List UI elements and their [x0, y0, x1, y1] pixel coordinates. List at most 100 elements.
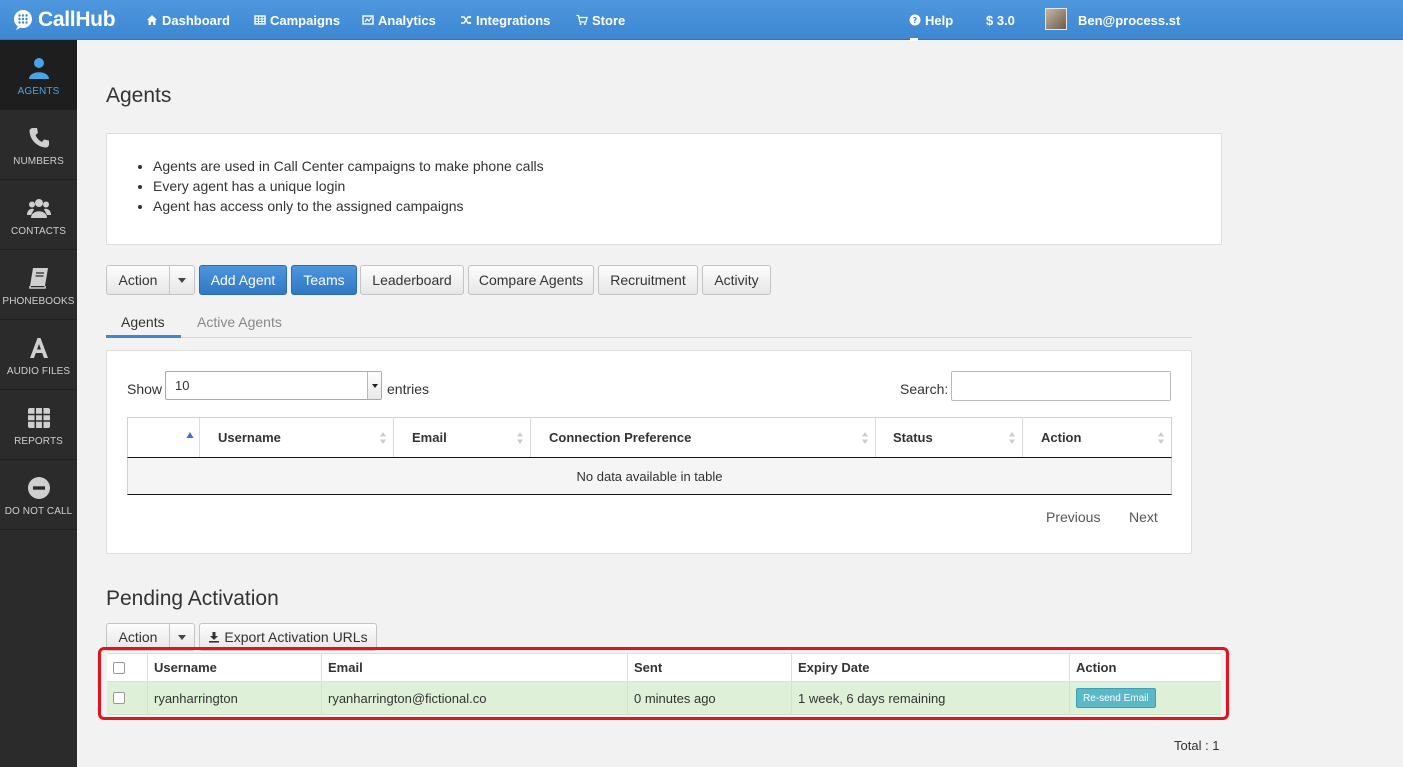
sidebar-item-label: DO NOT CALL	[4, 506, 73, 517]
nav-help-label: Help	[925, 12, 954, 28]
book-icon	[28, 268, 48, 289]
sidebar-item-reports[interactable]: REPORTS	[0, 390, 77, 460]
column-header-label: Username	[218, 430, 281, 445]
minus-circle-icon	[27, 477, 50, 499]
sidebar-item-agents[interactable]: AGENTS	[0, 40, 77, 110]
recruitment-button[interactable]: Recruitment	[598, 265, 698, 295]
pending-activation-title: Pending Activation	[106, 587, 279, 610]
select-arrow-icon	[367, 372, 381, 399]
leaderboard-label: Leaderboard	[372, 272, 452, 288]
search-input[interactable]	[951, 371, 1171, 401]
add-agent-label: Add Agent	[210, 272, 276, 288]
search-label: Search:	[900, 381, 949, 397]
pagination-previous[interactable]: Previous	[1046, 509, 1100, 525]
email-value: ryanharrington@fictional.co	[328, 690, 487, 706]
activity-button[interactable]: Activity	[702, 265, 771, 295]
avatar[interactable]	[1045, 8, 1067, 30]
entries-select[interactable]: 10	[165, 371, 382, 400]
pending-action-label: Action	[118, 629, 158, 645]
tab-active-agents[interactable]: Active Agents	[197, 314, 282, 330]
column-header-username: Username	[147, 654, 321, 681]
column-header-username[interactable]: Username	[200, 418, 394, 457]
table-icon	[254, 15, 266, 25]
column-header-email: Email	[321, 654, 627, 681]
sidebar-item-label: AGENTS	[17, 86, 60, 97]
column-header-label: Username	[154, 660, 217, 675]
row-checkbox[interactable]	[113, 692, 125, 704]
info-item: Agents are used in Call Center campaigns…	[153, 156, 544, 176]
column-header-label: Status	[893, 430, 933, 445]
question-circle-icon: ?	[909, 14, 921, 26]
caret-down-icon	[371, 383, 378, 388]
username-value: ryanharrington	[154, 690, 238, 706]
caret-down-icon	[178, 277, 186, 283]
action-button[interactable]: Action	[106, 265, 170, 295]
user-email: Ben@process.st	[1078, 12, 1181, 28]
sort-icon	[1158, 432, 1164, 444]
tab-agents[interactable]: Agents	[121, 314, 165, 330]
column-header-sent: Sent	[627, 654, 791, 681]
pending-total: Total : 1	[1174, 738, 1220, 753]
column-header-label: Email	[412, 430, 447, 445]
column-header-label: Sent	[634, 660, 663, 675]
teams-button[interactable]: Teams	[291, 265, 357, 295]
sidebar: AGENTS NUMBERS CONTACTS PHONEBOOKS AUDIO…	[0, 40, 77, 767]
font-icon	[29, 338, 48, 358]
pagination-next[interactable]: Next	[1129, 509, 1158, 525]
select-all-checkbox[interactable]	[113, 661, 125, 674]
column-header-connection-preference[interactable]: Connection Preference	[531, 418, 876, 457]
column-header-select[interactable]	[128, 418, 200, 457]
sidebar-item-phonebooks[interactable]: PHONEBOOKS	[0, 250, 77, 320]
user-menu[interactable]: Ben@process.st	[1078, 0, 1180, 40]
sort-icon	[517, 432, 523, 444]
download-icon	[209, 632, 220, 643]
help-indicator	[910, 38, 918, 41]
row-email: ryanharrington@fictional.co	[321, 682, 627, 714]
table-row: ryanharrington ryanharrington@fictional.…	[107, 682, 1221, 715]
compare-agents-button[interactable]: Compare Agents	[468, 265, 594, 295]
sidebar-item-label: NUMBERS	[13, 156, 64, 167]
column-header-email[interactable]: Email	[394, 418, 531, 457]
brand-logo[interactable]: CallHub	[12, 6, 116, 34]
sidebar-item-audio-files[interactable]: AUDIO FILES	[0, 320, 77, 390]
nav-analytics[interactable]: Analytics	[362, 0, 436, 40]
activity-label: Activity	[714, 272, 759, 288]
nav-store-label: Store	[592, 12, 626, 28]
sort-icon	[1009, 432, 1015, 444]
tab-active-indicator	[106, 335, 181, 338]
sidebar-item-label: PHONEBOOKS	[2, 296, 75, 307]
column-header-expiry-date: Expiry Date	[791, 654, 1069, 681]
row-expiry: 1 week, 6 days remaining	[791, 682, 1069, 714]
sidebar-item-do-not-call[interactable]: DO NOT CALL	[0, 460, 77, 530]
row-username: ryanharrington	[147, 682, 321, 714]
tabs-divider	[106, 337, 1192, 338]
column-header-status[interactable]: Status	[876, 418, 1023, 457]
resend-email-button[interactable]: Re-send Email	[1076, 688, 1156, 708]
nav-dashboard[interactable]: Dashboard	[146, 0, 230, 40]
group-icon	[26, 199, 51, 218]
nav-help[interactable]: ? Help	[909, 0, 953, 40]
callhub-logo-icon	[14, 10, 32, 30]
shuffle-icon	[461, 15, 472, 25]
nav-store[interactable]: Store	[576, 0, 625, 40]
account-balance[interactable]: $ 3.0	[986, 0, 1015, 40]
cart-icon	[576, 14, 588, 25]
leaderboard-button[interactable]: Leaderboard	[360, 265, 464, 295]
user-icon	[28, 58, 49, 79]
compare-agents-label: Compare Agents	[478, 272, 584, 288]
top-navbar: CallHub Dashboard Campaigns Analytics In…	[0, 0, 1403, 41]
pending-activation-table: Username Email Sent Expiry Date Action r…	[107, 653, 1221, 715]
sidebar-item-contacts[interactable]: CONTACTS	[0, 180, 77, 250]
info-box: Agents are used in Call Center campaigns…	[106, 133, 1222, 245]
nav-integrations-label: Integrations	[476, 12, 551, 28]
sidebar-item-numbers[interactable]: NUMBERS	[0, 110, 77, 180]
brand-name: CallHub	[38, 8, 116, 31]
action-dropdown-toggle[interactable]	[169, 265, 195, 295]
nav-campaigns[interactable]: Campaigns	[254, 0, 340, 40]
info-item: Agent has access only to the assigned ca…	[153, 196, 544, 216]
nav-integrations[interactable]: Integrations	[460, 0, 550, 40]
select-all-cell	[107, 654, 147, 681]
row-action: Re-send Email	[1069, 682, 1221, 714]
add-agent-button[interactable]: Add Agent	[199, 265, 287, 295]
column-header-action[interactable]: Action	[1023, 418, 1171, 457]
